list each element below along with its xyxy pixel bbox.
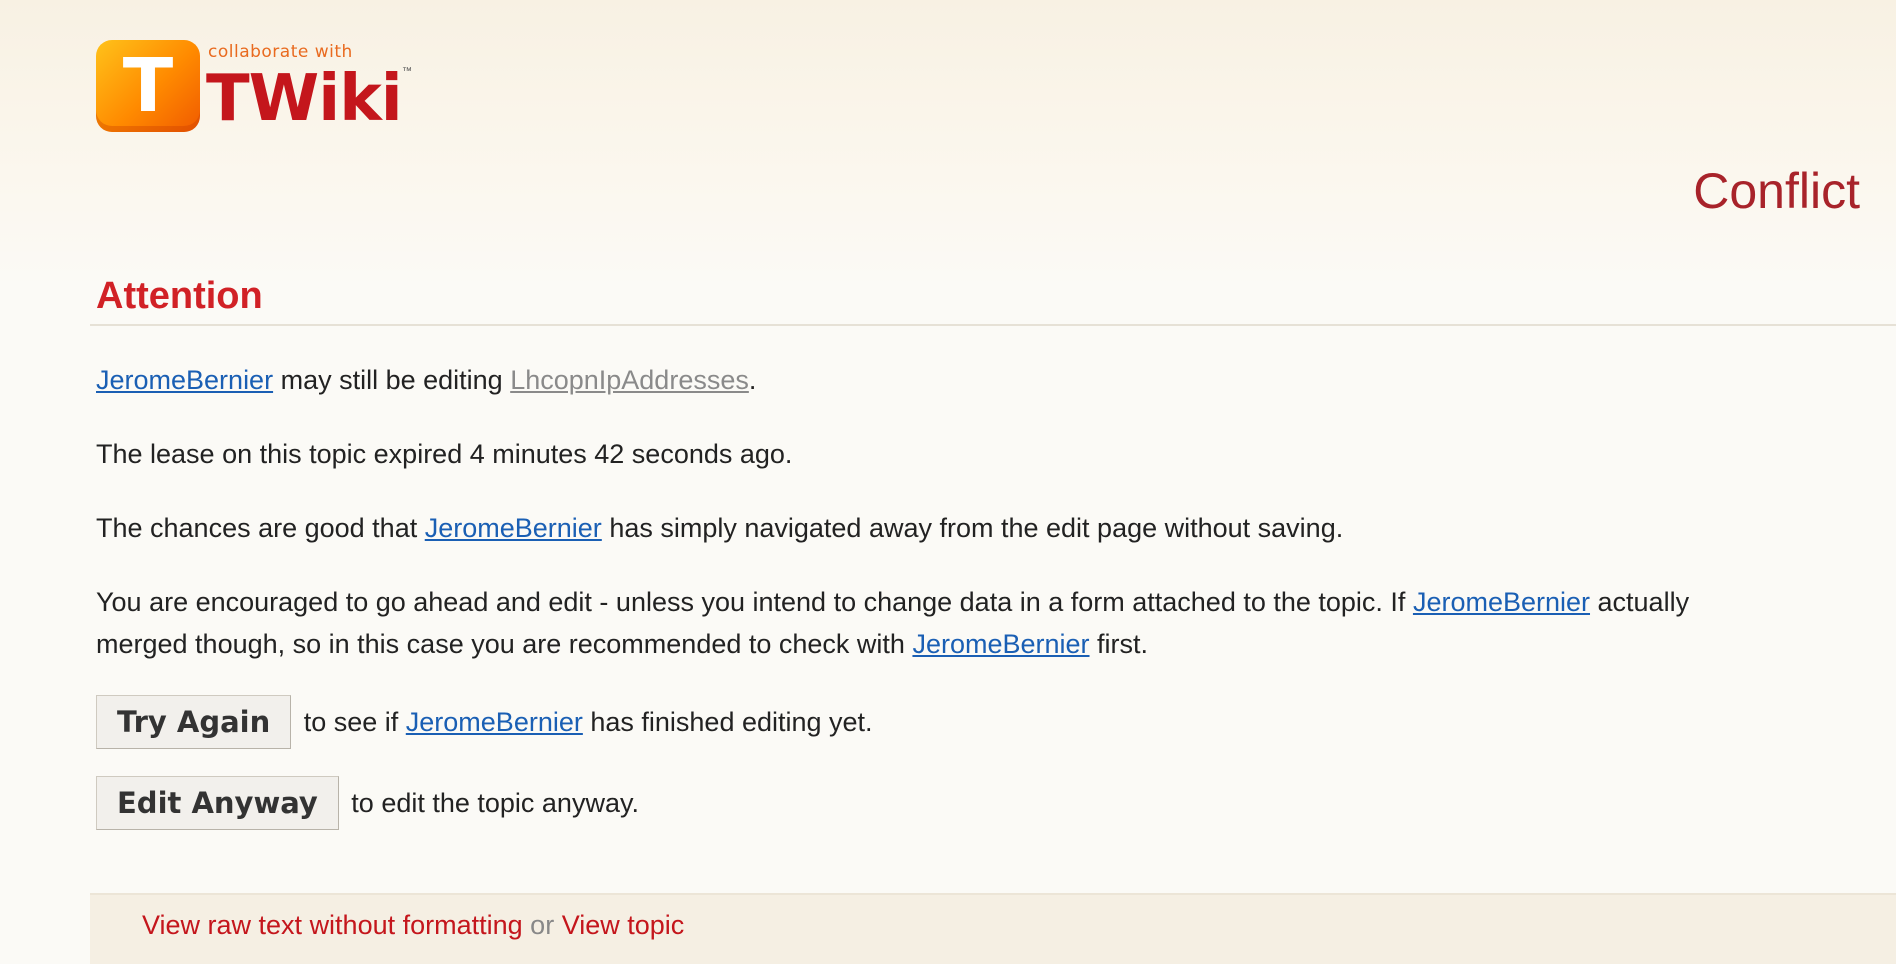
editing-notice-end: . — [748, 365, 757, 395]
logo-tagline: collaborate with — [208, 42, 353, 62]
twiki-logo[interactable]: T collaborate with TWiki ™ — [96, 40, 416, 140]
chances-pre: The chances are good that — [96, 513, 425, 543]
logo-trademark: ™ — [402, 66, 412, 77]
user-link[interactable]: JeromeBernier — [912, 629, 1089, 659]
editing-notice: JeromeBernier may still be editing Lhcop… — [96, 360, 756, 400]
chances-text: The chances are good that JeromeBernier … — [96, 508, 1343, 548]
edit-anyway-row: Edit Anyway to edit the topic anyway. — [96, 776, 639, 830]
logo-letter: T — [122, 43, 174, 129]
try-again-pre: to see if — [303, 706, 406, 737]
user-link[interactable]: JeromeBernier — [406, 707, 583, 737]
page-title: Conflict — [1693, 163, 1860, 219]
merged-text: merged though, so in this case you are r… — [96, 624, 1148, 664]
view-topic-link[interactable]: View topic — [562, 910, 685, 940]
user-link[interactable]: JeromeBernier — [1413, 587, 1590, 617]
chances-post: has simply navigated away from the edit … — [601, 513, 1344, 543]
editing-notice-text: may still be editing — [273, 365, 511, 395]
encouraged-text: You are encouraged to go ahead and edit … — [96, 582, 1689, 622]
merged-pre: merged though, so in this case you are r… — [96, 629, 913, 659]
topic-link[interactable]: LhcopnIpAddresses — [510, 365, 749, 395]
logo-wordmark: TWiki — [206, 62, 403, 136]
twiki-logo-mark: T — [96, 40, 200, 132]
user-link[interactable]: JeromeBernier — [96, 365, 273, 395]
encouraged-pre: You are encouraged to go ahead and edit … — [96, 587, 1413, 617]
heading-divider — [90, 324, 1896, 326]
attention-heading: Attention — [96, 275, 263, 317]
try-again-post: has finished editing yet. — [582, 706, 873, 737]
edit-anyway-button[interactable]: Edit Anyway — [96, 776, 339, 830]
lease-expired-text: The lease on this topic expired 4 minute… — [96, 439, 793, 469]
try-again-button[interactable]: Try Again — [96, 695, 292, 749]
merged-post: first. — [1089, 629, 1149, 659]
view-raw-text-link[interactable]: View raw text without formatting — [142, 910, 523, 940]
footer-links: View raw text without formatting or View… — [142, 910, 684, 941]
user-link[interactable]: JeromeBernier — [425, 513, 602, 543]
try-again-description: to see if JeromeBernier has finished edi… — [304, 707, 873, 737]
footer-or: or — [522, 910, 562, 940]
try-again-row: Try Again to see if JeromeBernier has fi… — [96, 695, 873, 749]
edit-anyway-description: to edit the topic anyway. — [351, 787, 639, 818]
encouraged-post: actually — [1590, 587, 1690, 617]
